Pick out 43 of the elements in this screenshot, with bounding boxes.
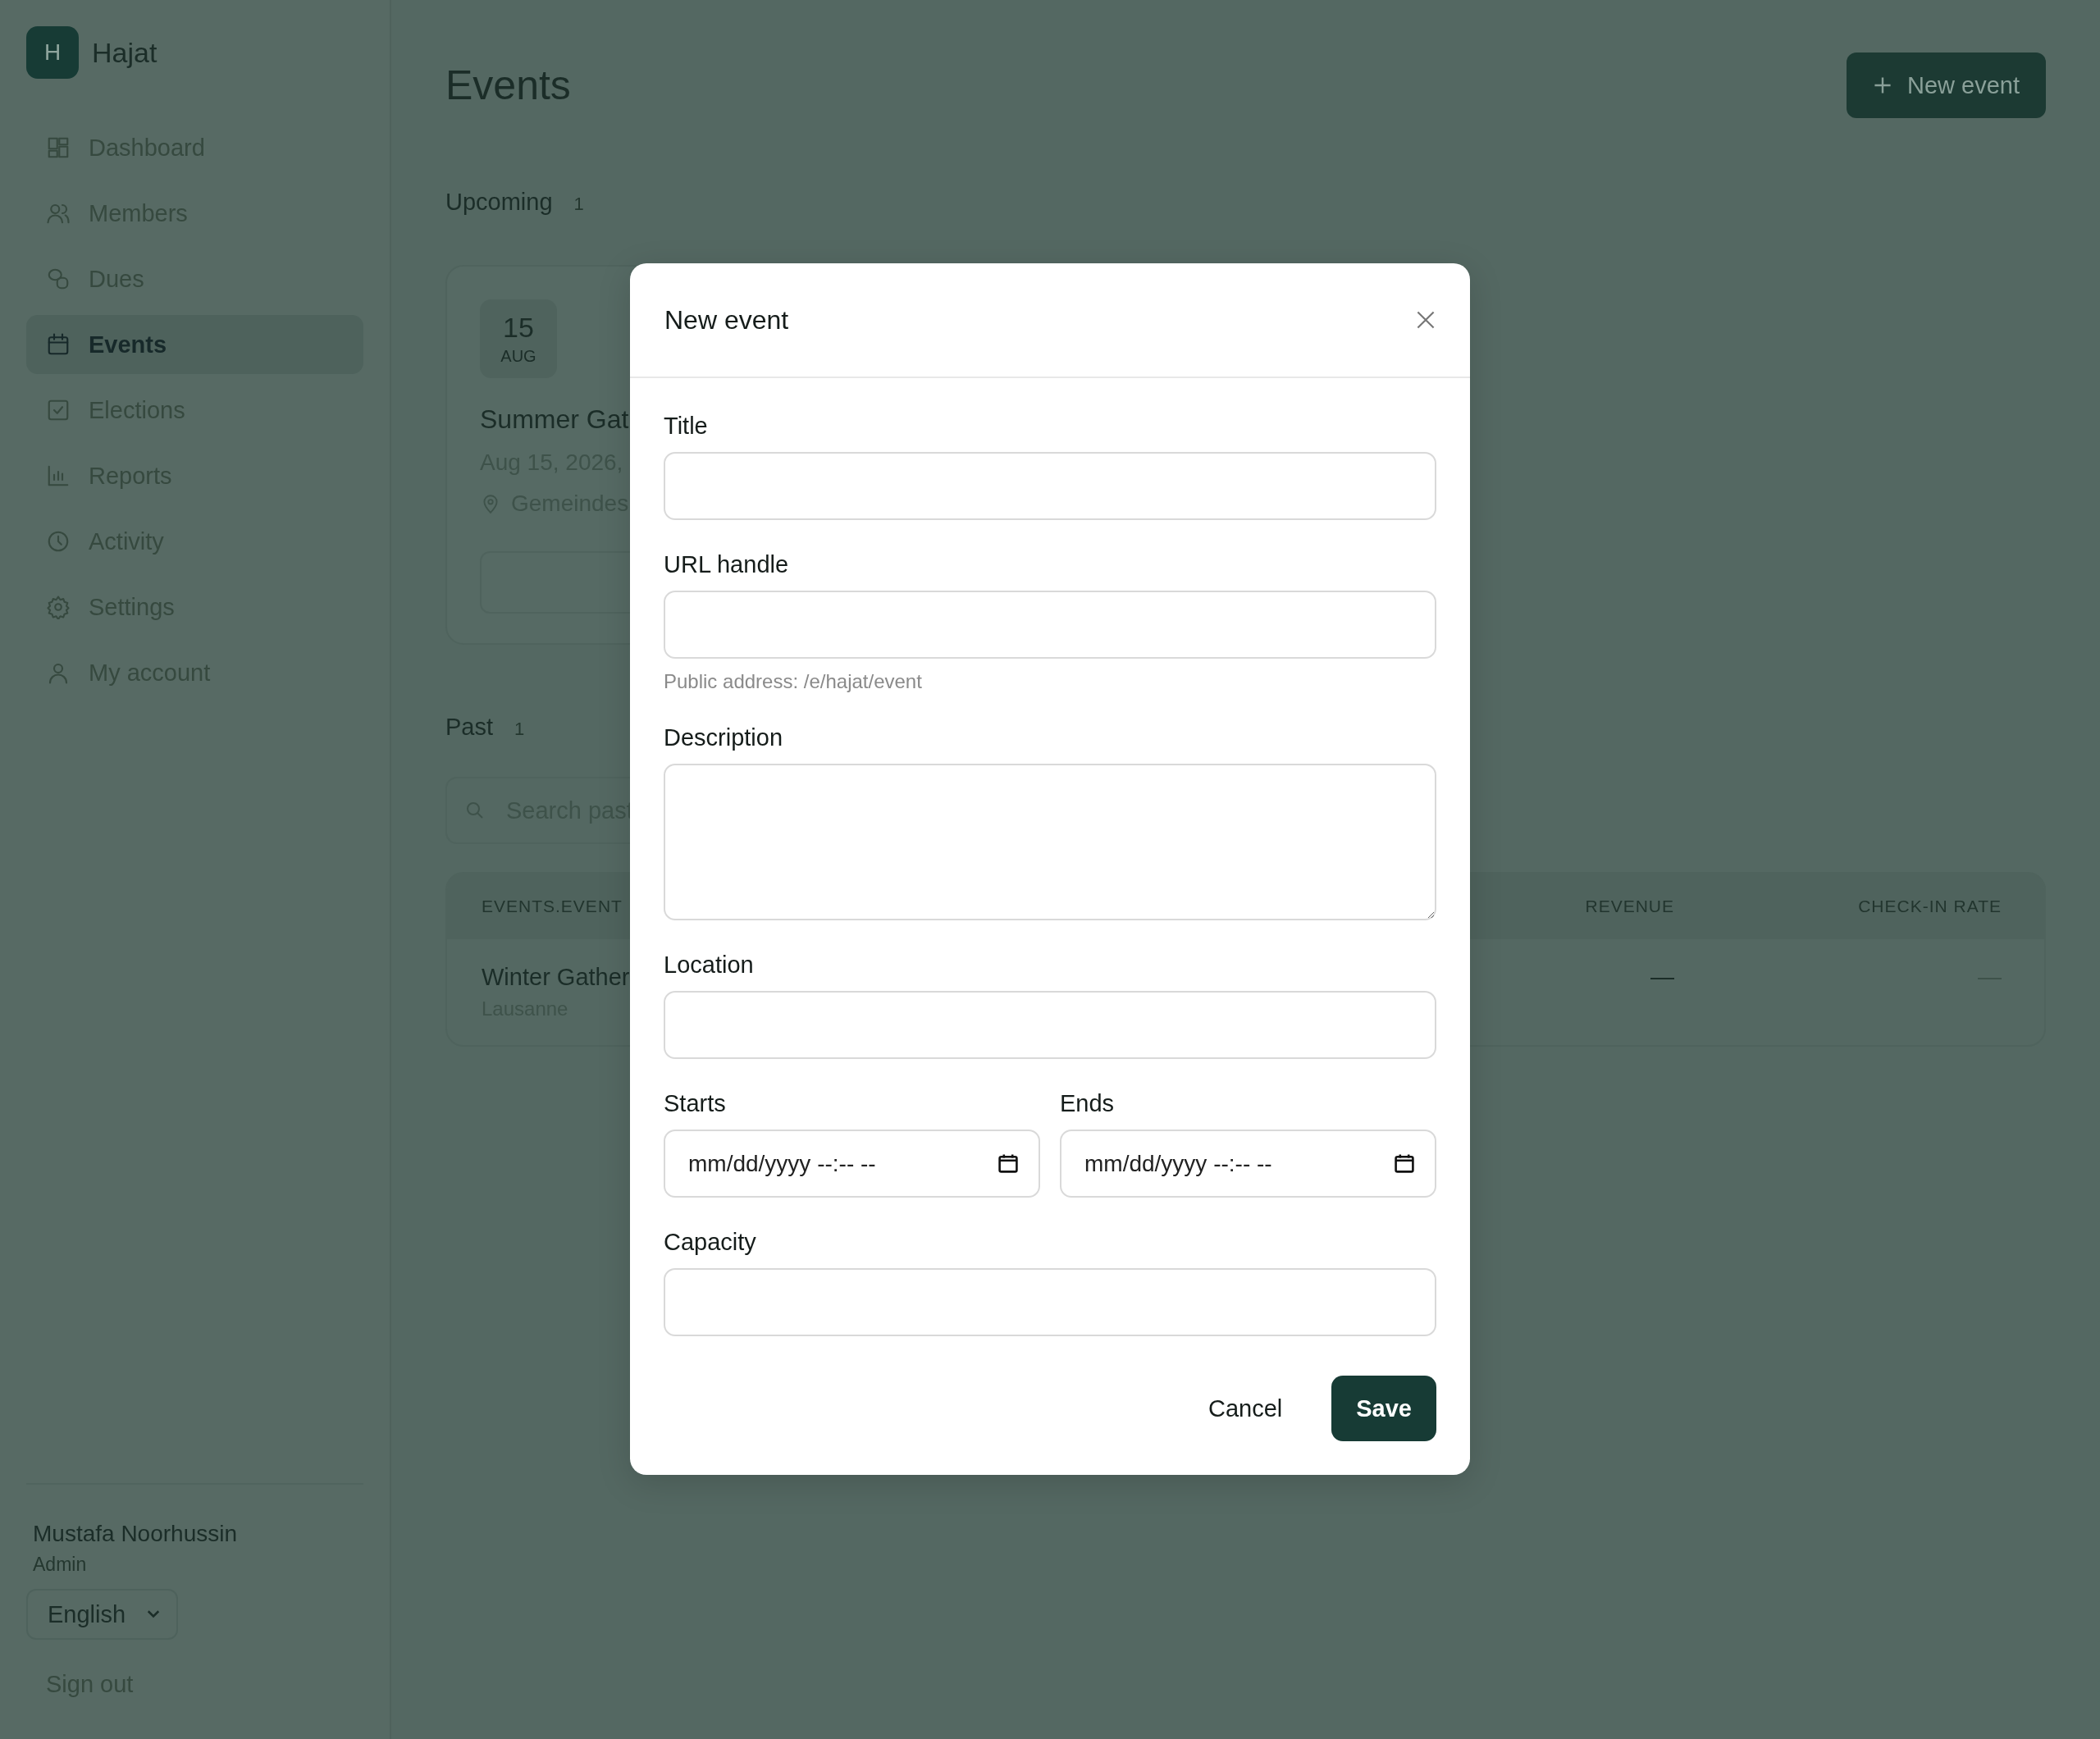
nav-item[interactable]: Events (26, 315, 363, 374)
chevron-down-icon (147, 1610, 161, 1618)
grid-icon (46, 135, 71, 160)
user-name: Mustafa Noorhussin (33, 1521, 237, 1547)
cancel-button[interactable]: Cancel (1182, 1376, 1309, 1441)
field-label: Ends (1060, 1089, 1116, 1118)
input-field[interactable] (664, 452, 1436, 520)
input-field[interactable] (664, 991, 1436, 1059)
dialog-title: New event (664, 304, 789, 335)
clock-icon (46, 529, 71, 554)
input-field[interactable] (664, 1268, 1436, 1336)
calendar-icon (46, 332, 71, 357)
event-title: Summer Gat (480, 404, 629, 435)
settings-icon (46, 595, 71, 619)
new-event-button[interactable]: New event (1847, 52, 2046, 118)
field-label: Capacity (664, 1228, 757, 1257)
date-time-field[interactable]: mm/dd/yyyy --:-- -- (664, 1130, 1040, 1198)
close-icon[interactable] (1416, 310, 1436, 330)
input-field[interactable] (664, 591, 1436, 659)
bar-chart-icon (46, 463, 71, 488)
section-heading: Past (445, 714, 494, 741)
text-area[interactable] (664, 764, 1436, 920)
section-heading: Upcoming (445, 189, 553, 216)
field-label: Starts (664, 1089, 727, 1118)
field-label: URL handle (664, 550, 790, 579)
field-label: Description (664, 723, 784, 752)
save-button[interactable]: Save (1331, 1376, 1436, 1441)
table-cell: — (1978, 964, 2002, 990)
search-icon (465, 801, 485, 820)
calendar-icon[interactable] (1394, 1152, 1415, 1174)
field-label: Location (664, 951, 755, 979)
plus-icon (1873, 75, 1892, 95)
checkbox-icon (46, 398, 71, 422)
date-time-field[interactable]: mm/dd/yyyy --:-- -- (1060, 1130, 1436, 1198)
calendar-icon[interactable] (998, 1152, 1019, 1174)
table-cell: — (1650, 964, 1674, 990)
brand-name: Hajat (92, 36, 158, 69)
page-title: Events (445, 62, 571, 109)
logo-mark: H (26, 26, 79, 79)
field-label: Title (664, 412, 709, 440)
field-hint: Public address: /e/hajat/event (664, 670, 923, 693)
language-select[interactable]: English (26, 1589, 179, 1640)
coins-icon (46, 267, 71, 291)
